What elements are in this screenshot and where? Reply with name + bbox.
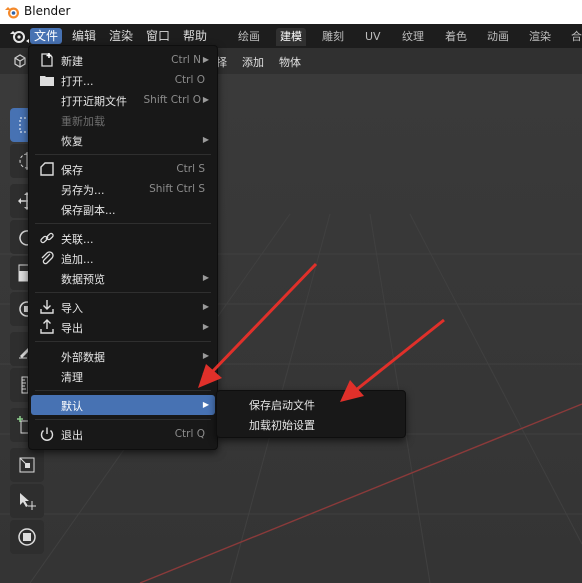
menu-edit[interactable]: 编辑 [68,28,100,44]
header-object-menu[interactable]: 物体 [279,54,301,70]
menu-item-link[interactable]: 关联... [31,228,215,248]
blender-logo-icon [5,7,19,19]
submenu-arrow-icon: ▶ [202,135,209,144]
menu-item-open-recent[interactable]: 打开近期文件 Shift Ctrl O ▶ [31,90,215,110]
new-file-icon [41,53,53,67]
header-add-menu[interactable]: 添加 [242,54,264,70]
tab-rendering[interactable]: 渲染 [525,28,555,46]
submenu-arrow-icon: ▶ [202,371,209,380]
save-icon [40,162,54,176]
menu-item-append[interactable]: 追加... [31,248,215,268]
tab-texture[interactable]: 纹理 [398,28,428,46]
tool-transform-pivot[interactable] [10,520,44,554]
submenu-arrow-icon: ▶ [202,302,209,311]
defaults-submenu: 保存启动文件 加载初始设置 [216,390,406,438]
menu-item-open[interactable]: 打开... Ctrl O [31,70,215,90]
menu-item-reload: 重新加载 [61,115,105,128]
menu-item-external-data[interactable]: 外部数据 ▶ [31,346,215,366]
import-icon [40,300,54,314]
submenu-arrow-icon: ▶ [202,95,209,104]
link-icon [40,232,54,244]
submenu-arrow-icon: ▶ [202,273,209,282]
export-icon [40,319,54,334]
menu-item-save-as[interactable]: 另存为... Shift Ctrl S [31,179,215,199]
window-title: Blender [24,4,71,18]
pivot-icon [18,528,36,546]
file-menu-dropdown: 新建 Ctrl N ▶ 打开... Ctrl O 打开近期文件 Shift Ct… [28,45,218,450]
menu-item-import[interactable]: 导入 ▶ [31,297,215,317]
menu-item-save[interactable]: 保存 Ctrl S [31,159,215,179]
tab-animation[interactable]: 动画 [483,28,513,46]
window-title-bar: Blender [0,0,582,24]
tab-compositing[interactable]: 合 [567,28,582,46]
paperclip-icon [41,251,54,265]
menu-item-data-previews[interactable]: 数据预览 ▶ [31,268,215,288]
menu-item-defaults[interactable]: 默认 ▶ [31,395,215,415]
menu-item-new[interactable]: 新建 Ctrl N ▶ [31,50,215,70]
editor-type-icon[interactable] [12,53,28,69]
tool-cursor-move[interactable] [10,484,44,518]
tab-sculpt[interactable]: 雕刻 [318,28,348,46]
box-select-icon [19,457,35,473]
submenu-arrow-icon: ▶ [202,351,209,360]
menu-render[interactable]: 渲染 [105,28,137,44]
tab-modeling[interactable]: 建模 [276,28,306,46]
menu-window[interactable]: 窗口 [142,28,174,44]
folder-icon [40,76,54,86]
menu-item-save-copy[interactable]: 保存副本... [31,199,215,219]
tab-uv[interactable]: UV [361,28,385,46]
menu-file[interactable]: 文件 [30,28,63,44]
menu-item-export[interactable]: 导出 ▶ [31,317,215,337]
submenu-arrow-icon: ▶ [202,322,209,331]
submenu-arrow-icon: ▶ [202,400,209,409]
menu-separator [35,341,211,342]
menu-item-quit[interactable]: 退出 Ctrl Q [31,424,215,444]
menu-separator [35,390,211,391]
blender-menu-icon[interactable] [8,28,30,44]
menu-separator [35,292,211,293]
menu-item-recover[interactable]: 恢复 ▶ [31,130,215,150]
tool-box-select[interactable] [10,448,44,482]
menu-separator [35,223,211,224]
menu-item-save-startup-file[interactable]: 保存启动文件 [249,397,315,413]
tab-shading[interactable]: 着色 [441,28,471,46]
menu-separator [35,419,211,420]
submenu-arrow-icon: ▶ [202,55,209,64]
menu-separator [35,154,211,155]
pointer-move-icon [20,493,36,510]
power-icon [40,427,54,441]
menu-item-clean-up[interactable]: 清理 ▶ [31,366,215,386]
tab-paint[interactable]: 绘画 [234,28,264,46]
menu-help[interactable]: 帮助 [179,28,211,44]
menu-item-load-factory-settings[interactable]: 加载初始设置 [249,417,315,433]
